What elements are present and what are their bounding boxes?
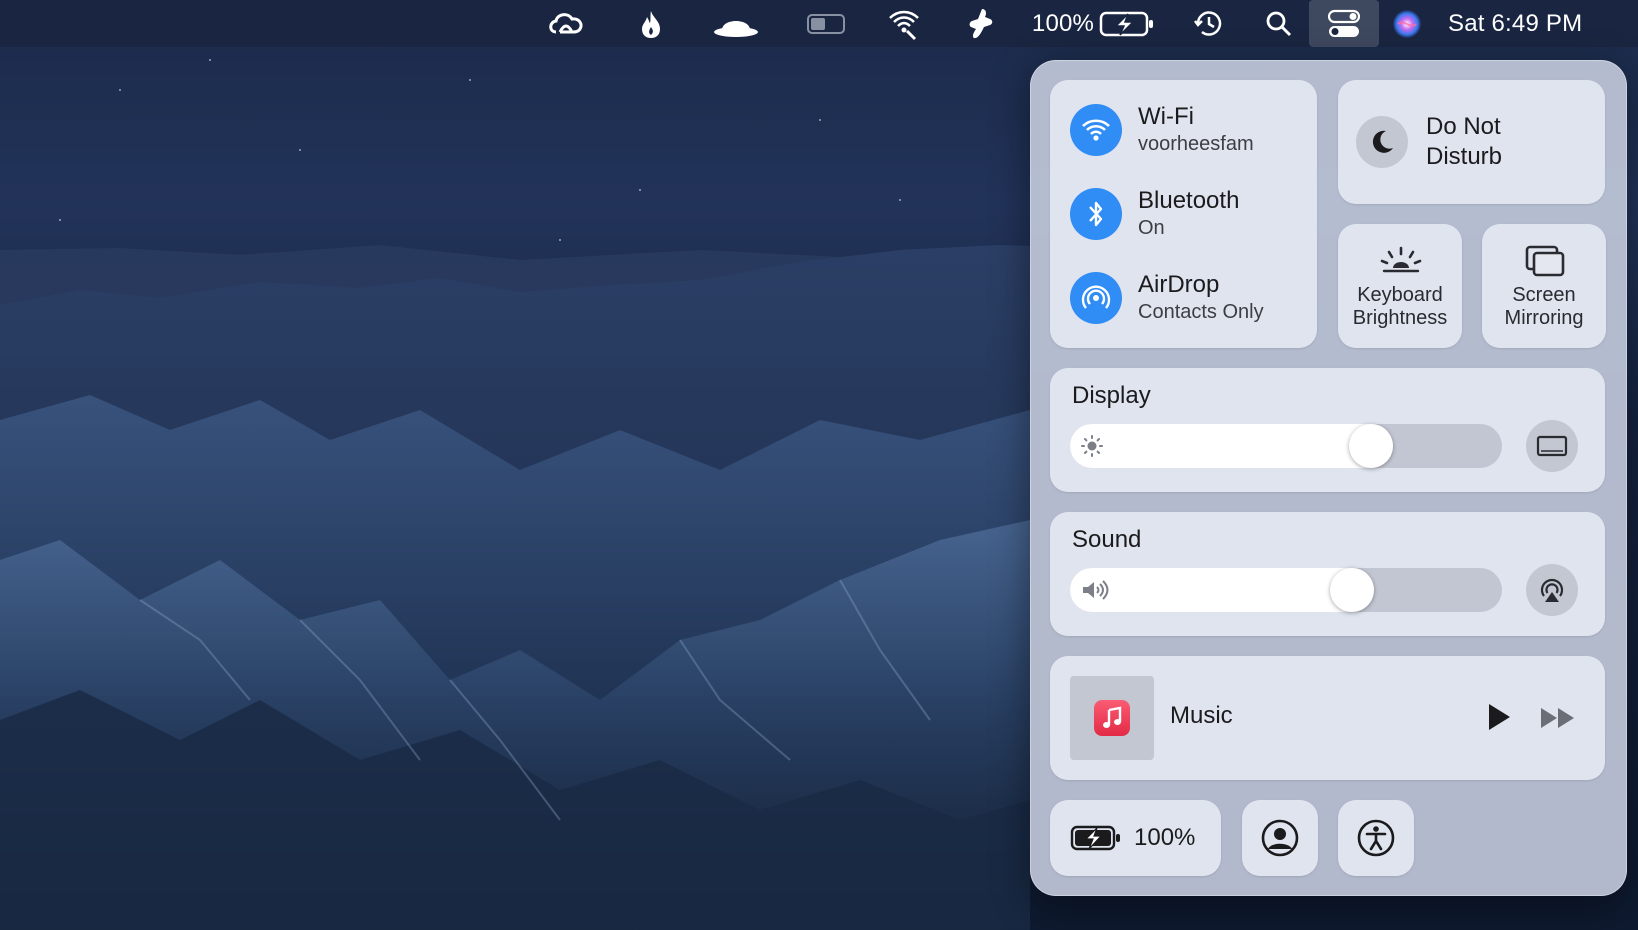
now-playing-app-name: Music [1170, 702, 1233, 729]
fast-forward-icon [1541, 708, 1574, 728]
user-switching-tile[interactable] [1242, 800, 1318, 876]
album-art [1070, 676, 1154, 760]
keyboard-brightness-label-line1: Keyboard [1357, 284, 1443, 306]
flame-icon[interactable] [636, 0, 666, 47]
screen-mirroring-tile[interactable]: Screen Mirroring [1482, 224, 1606, 348]
display-slider-fill [1070, 424, 1393, 468]
airplay-audio-icon [1540, 578, 1564, 602]
sun-icon [1080, 434, 1104, 463]
bluetooth-title: Bluetooth [1138, 187, 1240, 214]
sound-title: Sound [1072, 526, 1142, 553]
display-slider-knob[interactable] [1349, 424, 1393, 468]
thumb-icon[interactable] [966, 0, 996, 47]
wifi-icon[interactable] [886, 0, 922, 47]
display-settings-button[interactable] [1526, 420, 1578, 472]
keyboard-brightness-tile[interactable]: Keyboard Brightness [1338, 224, 1462, 348]
control-center-icon[interactable] [1326, 0, 1362, 47]
do-not-disturb-button[interactable] [1356, 116, 1408, 168]
display-tile: Display [1050, 368, 1605, 492]
bluetooth-toggle-button[interactable] [1070, 188, 1122, 240]
airplay-audio-button[interactable] [1526, 564, 1578, 616]
do-not-disturb-tile[interactable]: Do Not Disturb [1338, 80, 1605, 204]
speaker-icon [1080, 578, 1110, 607]
do-not-disturb-label-line1: Do Not [1426, 113, 1501, 140]
airdrop-row[interactable]: AirDrop Contacts Only [1070, 268, 1264, 328]
battery-percent-text[interactable]: 100% [1032, 0, 1094, 47]
display-icon [1536, 435, 1568, 457]
siri-icon[interactable] [1390, 0, 1424, 47]
accessibility-icon [1357, 819, 1395, 857]
airdrop-icon [1081, 285, 1111, 309]
battery-percent-label: 100% [1134, 824, 1196, 851]
display-brightness-slider[interactable] [1070, 424, 1502, 468]
play-button[interactable] [1486, 702, 1516, 734]
bluetooth-icon [1089, 201, 1103, 227]
sound-tile: Sound [1050, 512, 1605, 636]
user-account-icon [1261, 819, 1299, 857]
keyboard-brightness-icon [1380, 246, 1422, 273]
screen-mirroring-label: Screen Mirroring [1482, 284, 1606, 330]
toggle-icon[interactable] [806, 0, 846, 47]
fast-forward-button[interactable] [1540, 706, 1580, 732]
display-title: Display [1072, 382, 1151, 409]
wifi-toggle-button[interactable] [1070, 104, 1122, 156]
bowler-hat-icon[interactable] [712, 0, 760, 47]
keyboard-brightness-label-line2: Brightness [1352, 307, 1448, 329]
menu-bar: 100% Sat 6:49 PM [0, 0, 1638, 47]
accessibility-tile[interactable] [1338, 800, 1414, 876]
creative-cloud-icon[interactable] [544, 0, 588, 47]
airdrop-status: Contacts Only [1138, 301, 1264, 323]
wifi-network-name: voorheesfam [1138, 133, 1254, 155]
keyboard-brightness-label: Keyboard Brightness [1338, 284, 1462, 330]
battery-charging-icon [1070, 825, 1120, 851]
do-not-disturb-label-line2: Disturb [1426, 143, 1503, 170]
battery-tile[interactable]: 100% [1050, 800, 1221, 876]
bluetooth-row[interactable]: Bluetooth On [1070, 184, 1239, 244]
control-center-panel: Wi-Fi voorheesfam Bluetooth On AirDrop C… [1030, 60, 1627, 896]
battery-icon[interactable] [1098, 0, 1156, 47]
clock-text[interactable]: Sat 6:49 PM [1448, 0, 1612, 47]
volume-slider[interactable] [1070, 568, 1502, 612]
volume-slider-fill [1070, 568, 1374, 612]
airdrop-toggle-button[interactable] [1070, 272, 1122, 324]
music-app-icon [1094, 700, 1130, 736]
bluetooth-status: On [1138, 217, 1165, 239]
search-icon[interactable] [1264, 0, 1294, 47]
screen-mirroring-label-line2: Mirroring [1504, 307, 1584, 329]
wifi-icon [1082, 119, 1110, 141]
volume-slider-knob[interactable] [1330, 568, 1374, 612]
play-icon [1489, 704, 1510, 730]
connectivity-tile: Wi-Fi voorheesfam Bluetooth On AirDrop C… [1050, 80, 1317, 348]
time-machine-icon[interactable] [1192, 0, 1226, 47]
wifi-row[interactable]: Wi-Fi voorheesfam [1070, 100, 1254, 160]
screen-mirroring-icon [1525, 245, 1565, 277]
wifi-title: Wi-Fi [1138, 103, 1194, 130]
now-playing-tile[interactable]: Music [1050, 656, 1605, 780]
moon-icon [1372, 130, 1393, 153]
airdrop-title: AirDrop [1138, 271, 1220, 298]
screen-mirroring-label-line1: Screen [1512, 284, 1576, 306]
